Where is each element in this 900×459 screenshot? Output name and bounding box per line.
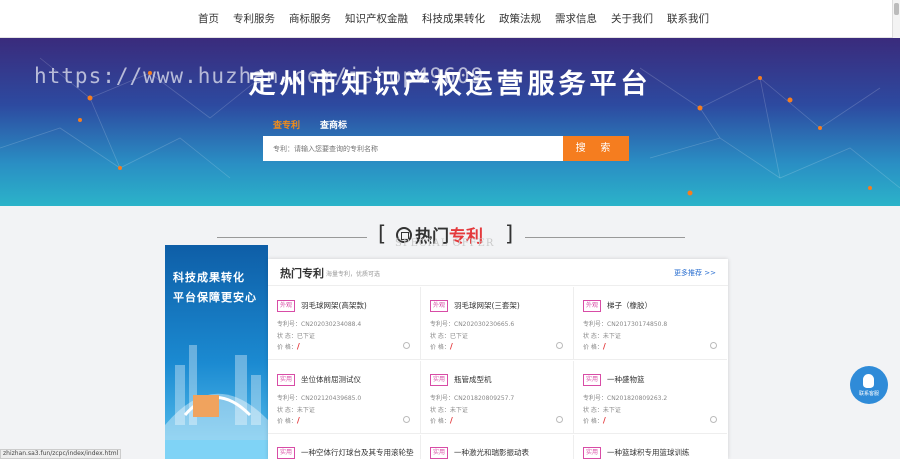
patent-name: 瓶管成型机	[454, 375, 492, 384]
patent-type-badge: 实用	[430, 374, 449, 386]
panel-header: 热门专利 海量专利，优质可选 更多推荐 >>	[268, 259, 728, 286]
patent-card[interactable]: 实用 一种空体行灯球台及其专用滚轮垫	[268, 435, 421, 459]
patent-status: 状 态：未下证	[583, 407, 621, 414]
patent-card[interactable]: 实用 一种激光和瑞影振动表	[421, 435, 574, 459]
patent-price: 价 格：/	[430, 342, 453, 351]
hot-patents-panel: 热门专利 海量专利，优质可选 更多推荐 >> 外观 羽毛球网架(高架款) 专利号…	[268, 259, 728, 459]
patent-type-badge: 外观	[430, 300, 449, 312]
divider-line	[217, 237, 367, 238]
patent-name: 一种盛物篮	[607, 375, 645, 384]
tab-trademark[interactable]: 查商标	[320, 118, 347, 131]
info-icon[interactable]	[556, 416, 563, 423]
patent-type-badge: 实用	[277, 374, 296, 386]
patent-number: 专利号：CN202030234088.4	[277, 321, 362, 328]
panel-subtitle: 海量专利，优质可选	[326, 271, 381, 278]
patent-card[interactable]: 实用 一种盛物篮 专利号：CN201820809263.2 状 态：未下证 价 …	[574, 361, 727, 434]
patent-card[interactable]: 实用 一种篮球积专用篮球训练	[574, 435, 727, 459]
patent-type-badge: 实用	[583, 447, 602, 459]
nav-trademark-service[interactable]: 商标服务	[289, 0, 331, 38]
panel-title: 热门专利	[280, 267, 324, 280]
patent-card[interactable]: 外观 羽毛球网架(高架款) 专利号：CN202030234088.4 状 态：已…	[268, 287, 421, 360]
patent-status: 状 态：未下证	[277, 407, 315, 414]
section-subtitle: SPECIAL OFFER	[395, 238, 495, 249]
patent-price: 价 格：/	[430, 416, 453, 425]
tab-patent[interactable]: 查专利	[273, 118, 300, 131]
status-bar-url: zhizhan.sa3.fun/zcpc/index/index.html	[0, 449, 122, 459]
scrollbar[interactable]	[892, 0, 900, 38]
patent-type-badge: 外观	[277, 300, 296, 312]
patent-card[interactable]: 实用 坐位体前屈测试仪 专利号：CN202120439685.0 状 态：未下证…	[268, 361, 421, 434]
city-illustration	[165, 345, 268, 459]
patent-type-badge: 外观	[583, 300, 602, 312]
patent-name: 坐位体前屈测试仪	[301, 375, 361, 384]
nav-home[interactable]: 首页	[198, 0, 219, 38]
search-button[interactable]: 搜 索	[563, 136, 629, 161]
nav-tech-transfer[interactable]: 科技成果转化	[422, 0, 485, 38]
info-icon[interactable]	[403, 342, 410, 349]
patent-number: 专利号：CN202030230665.6	[430, 321, 515, 328]
patent-status: 状 态：已下证	[277, 333, 315, 340]
patent-type-badge: 实用	[277, 447, 296, 459]
patent-name: 一种空体行灯球台及其专用滚轮垫	[301, 448, 414, 457]
search-box	[263, 136, 563, 162]
patent-type-badge: 实用	[583, 374, 602, 386]
watermark-text: https://www.huzhan.com/ishop49609	[34, 64, 485, 88]
patent-price: 价 格：/	[277, 342, 300, 351]
patent-name: 羽毛球网架(高架款)	[301, 301, 367, 310]
section-header: [ 热门 专利 SPECIAL OFFER ]	[0, 220, 900, 250]
patent-number: 专利号：CN201730174850.8	[583, 321, 668, 328]
info-icon[interactable]	[403, 416, 410, 423]
patent-name: 一种篮球积专用篮球训练	[607, 448, 690, 457]
qq-icon	[863, 374, 874, 388]
patent-name: 羽毛球网架(三套架)	[454, 301, 520, 310]
customer-service-button[interactable]: 联系客服	[850, 366, 888, 404]
nav-menu: 首页 专利服务 商标服务 知识产权金融 科技成果转化 政策法规 需求信息 关于我…	[198, 0, 723, 38]
promo-banner[interactable]: 科技成果转化 平台保障更安心	[165, 245, 268, 459]
patent-card[interactable]: 外观 梯子（橡胶） 专利号：CN201730174850.8 状 态：未下证 价…	[574, 287, 727, 360]
bracket-left: [	[378, 222, 387, 246]
patent-number: 专利号：CN202120439685.0	[277, 395, 362, 402]
search-input[interactable]	[263, 137, 563, 162]
nav-demand[interactable]: 需求信息	[555, 0, 597, 38]
top-navigation: 首页 专利服务 商标服务 知识产权金融 科技成果转化 政策法规 需求信息 关于我…	[0, 0, 900, 38]
patent-name: 一种激光和瑞影振动表	[454, 448, 529, 457]
more-link[interactable]: 更多推荐 >>	[674, 268, 716, 278]
nav-about[interactable]: 关于我们	[611, 0, 653, 38]
patent-name: 梯子（橡胶）	[607, 301, 652, 310]
divider-line	[525, 237, 685, 238]
info-icon[interactable]	[556, 342, 563, 349]
patent-price: 价 格：/	[583, 342, 606, 351]
info-icon[interactable]	[710, 342, 717, 349]
patent-card[interactable]: 外观 羽毛球网架(三套架) 专利号：CN202030230665.6 状 态：已…	[421, 287, 574, 360]
patent-number: 专利号：CN201820809257.7	[430, 395, 515, 402]
patent-number: 专利号：CN201820809263.2	[583, 395, 668, 402]
customer-service-label: 联系客服	[858, 391, 879, 397]
patent-price: 价 格：/	[277, 416, 300, 425]
info-icon[interactable]	[710, 416, 717, 423]
nav-ip-finance[interactable]: 知识产权金融	[345, 0, 408, 38]
patent-status: 状 态：未下证	[430, 407, 468, 414]
hero-banner: 定州市知识产权运营服务平台 https://www.huzhan.com/ish…	[0, 38, 900, 206]
nav-policy[interactable]: 政策法规	[499, 0, 541, 38]
patent-card[interactable]: 实用 瓶管成型机 专利号：CN201820809257.7 状 态：未下证 价 …	[421, 361, 574, 434]
bracket-right: ]	[505, 222, 514, 246]
patent-price: 价 格：/	[583, 416, 606, 425]
search-tabs: 查专利 查商标	[273, 118, 367, 131]
nav-patent-service[interactable]: 专利服务	[233, 0, 275, 38]
patent-status: 状 态：已下证	[430, 333, 468, 340]
nav-contact[interactable]: 联系我们	[667, 0, 709, 38]
patent-status: 状 态：未下证	[583, 333, 621, 340]
patent-type-badge: 实用	[430, 447, 449, 459]
